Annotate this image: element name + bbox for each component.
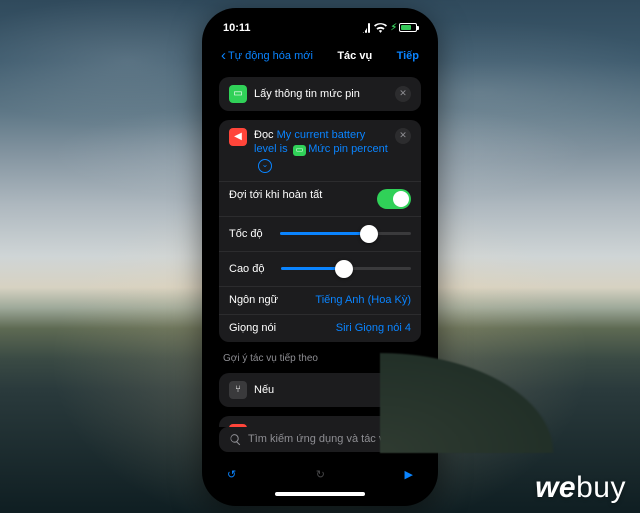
back-label: Tự động hóa mới [228, 50, 313, 62]
search-icon [229, 433, 242, 446]
speak-action-name: Đọc [254, 129, 274, 141]
clock: 10:11 [223, 22, 251, 34]
redo-button: ↻ [316, 468, 325, 481]
voice-value: Siri Giọng nói 4 [336, 322, 411, 334]
page-title: Tác vụ [337, 50, 372, 62]
chevron-left-icon: ‹ [221, 48, 226, 63]
wifi-icon [374, 23, 387, 33]
nav-bar: ‹ Tự động hóa mới Tác vụ Tiếp [209, 41, 431, 71]
wait-label: Đợi tới khi hoàn tất [229, 189, 322, 201]
speaker-tile-icon: ◀︎ [229, 128, 247, 146]
chevron-down-icon[interactable]: ⌄ [258, 159, 272, 173]
variable-token[interactable]: Mức pin percent [308, 143, 388, 155]
run-button[interactable]: ▶ [405, 468, 413, 481]
suggestions-heading: Gợi ý tác vụ tiếp theo [219, 351, 421, 364]
action-label: Lấy thông tin mức pin [254, 88, 388, 100]
undo-button[interactable]: ↺ [227, 468, 236, 481]
suggestion-if[interactable]: ⑂ Nếu + [219, 373, 421, 407]
voice-label: Giọng nói [229, 322, 276, 334]
battery-tile-icon: ▭ [229, 85, 247, 103]
action-speak-header[interactable]: ◀︎ Đọc My current battery level is ▭Mức … [219, 120, 421, 181]
pitch-row: Cao độ [219, 251, 421, 286]
charging-icon: ⚡︎ [391, 22, 397, 33]
action-get-battery[interactable]: ▭ Lấy thông tin mức pin ✕ [219, 77, 421, 111]
watermark: webuy [535, 471, 626, 505]
language-row[interactable]: Ngôn ngữ Tiếng Anh (Hoa Kỳ) [219, 286, 421, 314]
add-icon[interactable]: + [402, 381, 411, 399]
remove-action-button[interactable]: ✕ [395, 128, 411, 144]
home-indicator[interactable] [209, 490, 431, 498]
pitch-label: Cao độ [229, 263, 264, 275]
rate-slider[interactable] [280, 224, 411, 244]
variable-token-icon: ▭ [293, 145, 307, 156]
bottom-toolbar: ↺ ↻ ▶ [209, 458, 431, 490]
language-value: Tiếng Anh (Hoa Kỳ) [315, 294, 411, 306]
language-label: Ngôn ngữ [229, 294, 278, 306]
branch-icon: ⑂ [229, 381, 247, 399]
remove-action-button[interactable]: ✕ [395, 86, 411, 102]
add-icon[interactable]: + [402, 424, 411, 427]
back-button[interactable]: ‹ Tự động hóa mới [221, 48, 313, 63]
voice-row[interactable]: Giọng nói Siri Giọng nói 4 [219, 314, 421, 342]
pitch-slider[interactable] [281, 259, 411, 279]
search-placeholder: Tìm kiếm ứng dụng và tác vụ [248, 433, 390, 445]
suggestion-label: Nếu [254, 384, 395, 396]
battery-icon [399, 23, 417, 32]
rate-row: Tốc độ [219, 216, 421, 251]
suggestion-speak-text[interactable]: ◀︎ Đọc văn bản + [219, 416, 421, 427]
action-speak: ◀︎ Đọc My current battery level is ▭Mức … [219, 120, 421, 342]
wait-toggle[interactable] [377, 189, 411, 209]
rate-label: Tốc độ [229, 228, 263, 240]
search-input[interactable]: Tìm kiếm ứng dụng và tác vụ [219, 427, 421, 452]
wait-row: Đợi tới khi hoàn tất [219, 181, 421, 216]
next-button[interactable]: Tiếp [397, 50, 419, 62]
